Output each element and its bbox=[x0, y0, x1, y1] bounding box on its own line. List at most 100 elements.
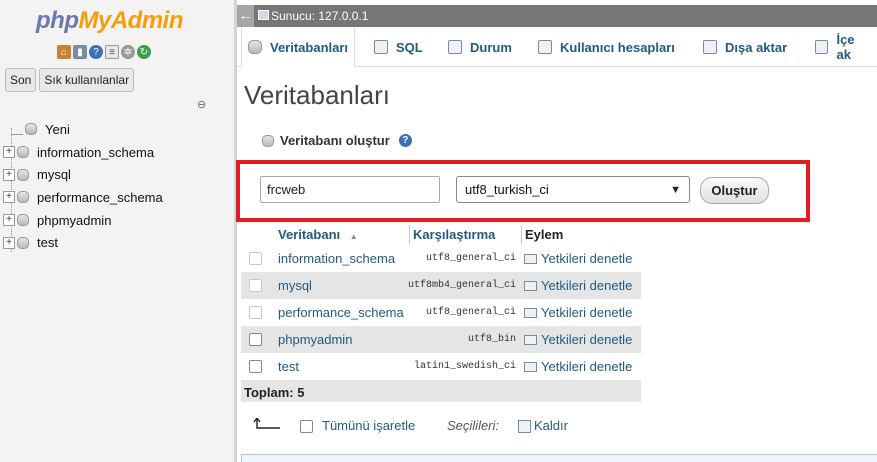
column-divider bbox=[409, 225, 410, 245]
create-database-label: Veritabanı oluştur bbox=[280, 133, 390, 148]
check-all-label[interactable]: Tümünü işaretle bbox=[322, 418, 415, 433]
column-header-database[interactable]: Veritabanı ▲ bbox=[278, 227, 358, 242]
collation-value: latin1_swedish_ci bbox=[413, 361, 516, 372]
expand-icon[interactable]: + bbox=[3, 236, 15, 249]
check-privileges-link[interactable]: Yetkileri denetle bbox=[524, 251, 632, 266]
main-tabs: Veritabanları SQL Durum Kullanıcı hesapl… bbox=[237, 27, 877, 67]
sql-icon bbox=[374, 40, 388, 54]
tab-export[interactable]: Dışa aktar bbox=[697, 27, 793, 67]
help-icon[interactable]: ? bbox=[398, 134, 412, 147]
column-header-collation[interactable]: Karşılaştırma bbox=[413, 227, 495, 242]
check-all-checkbox[interactable] bbox=[300, 420, 313, 433]
expand-icon[interactable]: + bbox=[3, 191, 15, 204]
chevron-down-icon: ▼ bbox=[670, 183, 681, 196]
row-checkbox[interactable] bbox=[249, 333, 262, 346]
create-database-heading: Veritabanı oluştur ? bbox=[262, 133, 412, 148]
collation-value: utf8_general_ci bbox=[425, 253, 516, 264]
navigation-panel: phpMyAdmin ⌂ ▮ ? ≡ ✲ ↻ Son Sık kullanıla… bbox=[0, 0, 234, 462]
user-accounts-icon bbox=[538, 40, 552, 54]
server-icon bbox=[258, 10, 269, 20]
privileges-icon bbox=[524, 253, 537, 264]
column-header-action: Eylem bbox=[525, 227, 564, 242]
reload-icon[interactable]: ↻ bbox=[137, 45, 151, 59]
link-with-main-icon[interactable]: ⊖ bbox=[197, 98, 206, 111]
row-checkbox bbox=[249, 279, 262, 292]
logout-icon[interactable]: ▮ bbox=[73, 45, 87, 59]
collation-value: utf8_general_ci bbox=[425, 307, 516, 318]
table-row: performance_schema utf8_general_ci Yetki… bbox=[241, 299, 641, 326]
tree-item-label[interactable]: phpmyadmin bbox=[37, 213, 111, 228]
database-name-link[interactable]: mysql bbox=[278, 278, 312, 293]
check-privileges-link[interactable]: Yetkileri denetle bbox=[524, 278, 632, 293]
phpmyadmin-logo[interactable]: phpMyAdmin bbox=[36, 7, 183, 35]
tree-item-label[interactable]: mysql bbox=[37, 167, 71, 182]
privileges-icon bbox=[524, 280, 537, 291]
expand-icon[interactable]: + bbox=[3, 168, 15, 181]
collation-value: utf8mb4_general_ci bbox=[407, 280, 516, 291]
settings-icon[interactable]: ✲ bbox=[121, 45, 135, 59]
page-title: Veritabanları bbox=[244, 80, 390, 110]
recent-favorites-tabs: Son Sık kullanılanlar bbox=[5, 68, 135, 92]
check-privileges-link[interactable]: Yetkileri denetle bbox=[524, 359, 632, 374]
expand-icon[interactable]: + bbox=[3, 214, 15, 227]
column-header-label: Veritabanı bbox=[278, 227, 341, 242]
table-row: test latin1_swedish_ci Yetkileri denetle bbox=[241, 353, 641, 380]
database-name-input[interactable] bbox=[260, 176, 440, 203]
tab-user-accounts[interactable]: Kullanıcı hesapları bbox=[532, 27, 681, 67]
database-icon bbox=[17, 168, 29, 181]
database-name-link[interactable]: test bbox=[278, 359, 299, 374]
tree-branch-line bbox=[11, 133, 23, 135]
select-arrow-icon bbox=[253, 418, 280, 429]
table-row: information_schema utf8_general_ci Yetki… bbox=[241, 245, 641, 272]
databases-table: Veritabanı ▲ Karşılaştırma Eylem informa… bbox=[241, 225, 641, 402]
database-name-link[interactable]: phpmyadmin bbox=[278, 332, 352, 347]
panel-resize-handle[interactable] bbox=[234, 0, 237, 462]
help-icon[interactable]: ? bbox=[89, 45, 103, 59]
docs-icon[interactable]: ≡ bbox=[105, 45, 119, 59]
database-name-link[interactable]: performance_schema bbox=[278, 305, 404, 320]
server-breadcrumb[interactable]: Sunucu: 127.0.0.1 bbox=[271, 9, 368, 23]
check-privileges-link[interactable]: Yetkileri denetle bbox=[524, 305, 632, 320]
favorites-button[interactable]: Sık kullanılanlar bbox=[39, 68, 135, 92]
check-privileges-label: Yetkileri denetle bbox=[541, 278, 633, 293]
tree-item-label[interactable]: performance_schema bbox=[37, 190, 163, 205]
collapse-panel-button[interactable]: ← bbox=[237, 5, 254, 27]
tree-item-label[interactable]: test bbox=[37, 235, 58, 250]
database-name-link[interactable]: information_schema bbox=[278, 251, 395, 266]
tree-item-test[interactable]: + test bbox=[3, 231, 163, 254]
collation-select[interactable]: utf8_turkish_ci ▼ bbox=[456, 176, 690, 203]
database-icon bbox=[17, 214, 29, 227]
expand-icon[interactable]: + bbox=[3, 146, 15, 159]
tree-item-performance-schema[interactable]: + performance_schema bbox=[3, 186, 163, 209]
status-icon bbox=[448, 40, 462, 54]
collation-select-value: utf8_turkish_ci bbox=[465, 182, 549, 197]
recent-button[interactable]: Son bbox=[5, 68, 37, 92]
tree-item-phpmyadmin[interactable]: + phpmyadmin bbox=[3, 209, 163, 232]
home-icon[interactable]: ⌂ bbox=[57, 45, 71, 59]
tab-databases[interactable]: Veritabanları bbox=[241, 27, 356, 67]
bottom-panel-edge bbox=[241, 454, 877, 462]
tab-sql[interactable]: SQL bbox=[368, 27, 429, 67]
check-privileges-link[interactable]: Yetkileri denetle bbox=[524, 332, 632, 347]
tree-item-information-schema[interactable]: + information_schema bbox=[3, 141, 163, 164]
export-icon bbox=[703, 40, 717, 54]
database-icon bbox=[17, 191, 29, 204]
create-database-button[interactable]: Oluştur bbox=[700, 177, 769, 204]
drop-label: Kaldır bbox=[534, 418, 568, 433]
column-divider bbox=[521, 225, 522, 245]
drop-button[interactable]: Kaldır bbox=[518, 418, 568, 433]
check-privileges-label: Yetkileri denetle bbox=[541, 332, 633, 347]
tree-item-mysql[interactable]: + mysql bbox=[3, 163, 163, 186]
tab-status[interactable]: Durum bbox=[442, 27, 518, 67]
row-checkbox[interactable] bbox=[249, 360, 262, 373]
tab-import[interactable]: İçe ak bbox=[809, 27, 877, 67]
drop-icon bbox=[518, 420, 531, 433]
tab-label: Dışa aktar bbox=[725, 39, 788, 55]
tree-item-label[interactable]: information_schema bbox=[37, 145, 154, 160]
privileges-icon bbox=[524, 334, 537, 345]
import-icon bbox=[815, 40, 829, 54]
tree-item-new[interactable]: Yeni bbox=[3, 118, 163, 141]
tree-item-label[interactable]: Yeni bbox=[45, 122, 70, 137]
database-icon bbox=[17, 236, 29, 249]
check-privileges-label: Yetkileri denetle bbox=[541, 359, 633, 374]
